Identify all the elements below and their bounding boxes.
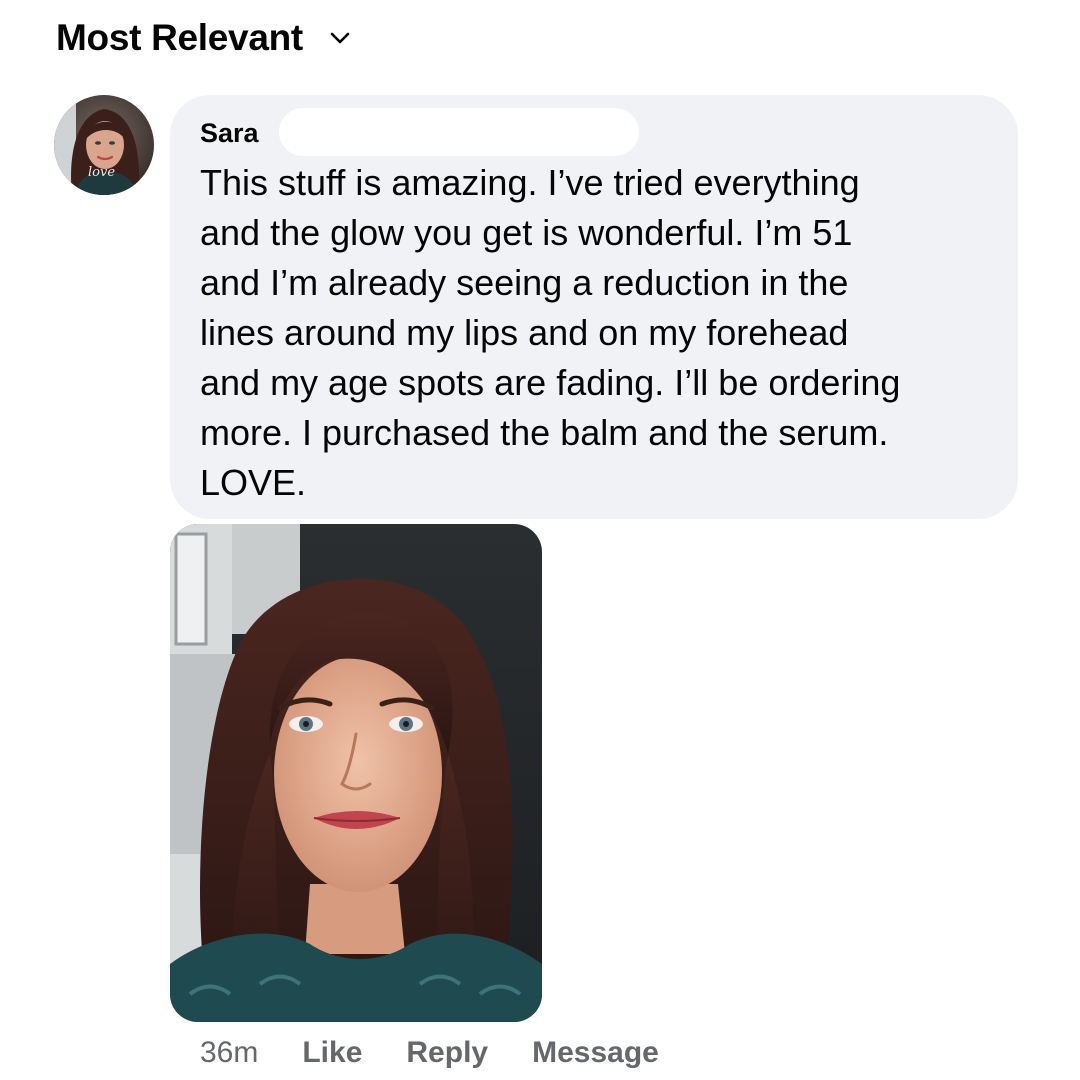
comment-actions: 36m Like Reply Message — [200, 1030, 659, 1076]
comment-text: This stuff is amazing. I’ve tried everyt… — [200, 162, 901, 503]
like-button[interactable]: Like — [302, 1036, 362, 1070]
chevron-down-icon — [329, 31, 351, 45]
redaction-block — [279, 108, 639, 156]
message-button[interactable]: Message — [532, 1036, 659, 1070]
comment-photo[interactable] — [170, 524, 542, 1022]
author-row: Sara — [200, 108, 259, 158]
sort-dropdown[interactable]: Most Relevant — [56, 14, 351, 62]
avatar[interactable]: love — [54, 95, 154, 195]
avatar-overlay-text: love — [88, 165, 116, 180]
reply-button[interactable]: Reply — [406, 1036, 488, 1070]
sort-label: Most Relevant — [56, 17, 303, 58]
timestamp[interactable]: 36m — [200, 1036, 258, 1070]
author-name[interactable]: Sara — [200, 118, 259, 149]
